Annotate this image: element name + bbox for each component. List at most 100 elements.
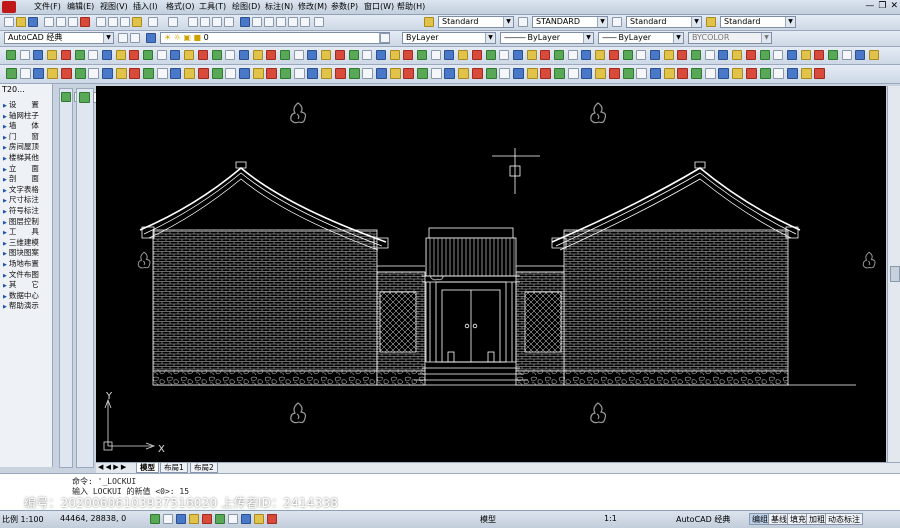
t20-item-door-window[interactable]: ▶ 门 窗	[3, 132, 49, 143]
tangent-tool-icon[interactable]	[307, 68, 319, 79]
tangent-tool-icon[interactable]	[499, 68, 511, 79]
tangent-tool-icon[interactable]	[101, 68, 113, 79]
tangent-tool-icon[interactable]	[293, 68, 305, 79]
tangent-tool-icon[interactable]	[869, 50, 880, 60]
tangent-tool-icon[interactable]	[691, 50, 701, 60]
dim-style-combo[interactable]: STANDARD ▼	[532, 16, 608, 28]
menu-modify[interactable]: 修改(M)	[298, 1, 331, 13]
model-space-button[interactable]: 模型	[480, 514, 496, 525]
tangent-tool-icon[interactable]	[745, 50, 756, 60]
close-icon[interactable]: ✕	[890, 1, 898, 11]
color-combo[interactable]: ByLayer ▼	[402, 32, 496, 44]
new-icon[interactable]	[4, 17, 14, 27]
tangent-tool-icon[interactable]	[485, 50, 496, 60]
tangent-tool-icon[interactable]	[540, 68, 552, 79]
tangent-tool-icon[interactable]	[636, 50, 647, 60]
tangent-tool-icon[interactable]	[115, 50, 126, 60]
properties-icon[interactable]	[240, 17, 250, 27]
tangent-tool-icon[interactable]	[334, 68, 346, 79]
sheet-set-icon[interactable]	[276, 17, 286, 27]
tangent-tool-icon[interactable]	[362, 68, 374, 79]
tangent-tool-icon[interactable]	[101, 50, 112, 60]
tangent-tool-icon[interactable]	[554, 50, 564, 60]
tangent-tool-icon[interactable]	[88, 68, 100, 79]
tangent-tool-icon[interactable]	[348, 68, 360, 79]
tangent-tool-icon[interactable]	[280, 68, 291, 79]
tangent-tool-icon[interactable]	[238, 50, 249, 60]
tangent-tool-icon[interactable]	[266, 68, 278, 79]
tangent-tool-icon[interactable]	[704, 68, 716, 79]
open-icon[interactable]	[16, 17, 26, 27]
status-tool-icon[interactable]	[241, 514, 251, 524]
tangent-tool-icon[interactable]	[759, 68, 771, 79]
cut-icon[interactable]	[96, 17, 106, 27]
copy-icon[interactable]	[108, 17, 118, 27]
tangent-tool-icon[interactable]	[266, 50, 277, 60]
tangent-tool-icon[interactable]	[238, 68, 250, 79]
tangent-tool-icon[interactable]	[841, 50, 852, 60]
tangent-tool-icon[interactable]	[307, 50, 318, 60]
tangent-tool-icon[interactable]	[732, 68, 744, 79]
status-tool-icon[interactable]	[254, 514, 264, 524]
autocad-logo-icon[interactable]	[2, 1, 16, 13]
workspace-save-icon[interactable]	[130, 33, 140, 43]
table-style-combo[interactable]: Standard ▼	[626, 16, 702, 28]
menu-parameter[interactable]: 参数(P)	[331, 1, 364, 13]
tangent-tool-icon[interactable]	[74, 68, 86, 79]
tangent-tool-icon[interactable]	[6, 50, 16, 60]
tab-model[interactable]: 模型	[136, 463, 159, 473]
tangent-tool-icon[interactable]	[375, 68, 387, 79]
tangent-tool-icon[interactable]	[430, 50, 441, 60]
zoom-previous-icon[interactable]	[224, 17, 234, 27]
tangent-tool-icon[interactable]	[321, 68, 333, 79]
status-tool-icon[interactable]	[202, 514, 212, 524]
tangent-tool-icon[interactable]	[677, 68, 689, 79]
tangent-tool-icon[interactable]	[417, 50, 427, 60]
t20-item-stairs[interactable]: ▶ 楼梯其他	[3, 153, 49, 164]
tangent-tool-icon[interactable]	[773, 68, 785, 79]
plot-preview-icon[interactable]	[56, 17, 66, 27]
status-tool-icon[interactable]	[215, 514, 225, 524]
make-current-layer-icon[interactable]	[380, 33, 390, 43]
menu-window[interactable]: 窗口(W)	[364, 1, 397, 13]
tangent-tool-icon[interactable]	[444, 68, 456, 79]
redo-icon[interactable]	[168, 17, 178, 27]
tangent-tool-icon[interactable]	[471, 68, 483, 79]
tangent-tool-icon[interactable]	[252, 50, 263, 60]
multileader-style-combo[interactable]: Standard ▼	[720, 16, 796, 28]
tangent-tool-icon[interactable]	[800, 50, 811, 60]
menu-dimension[interactable]: 标注(N)	[265, 1, 298, 13]
t20-item-axis-column[interactable]: ▶ 轴网柱子	[3, 111, 49, 122]
t20-item-wall[interactable]: ▶ 墙 体	[3, 121, 49, 132]
tangent-tool-icon[interactable]	[129, 68, 141, 79]
tangent-tool-icon[interactable]	[526, 50, 537, 60]
t20-item-dimension[interactable]: ▶ 尺寸标注	[3, 195, 49, 206]
minimize-icon[interactable]: —	[865, 1, 874, 11]
tangent-tool-icon[interactable]	[636, 68, 648, 79]
scale-readout[interactable]: 比例 1:100	[2, 514, 44, 525]
tangent-tool-icon[interactable]	[143, 50, 153, 60]
pan-icon[interactable]	[188, 17, 198, 27]
t20-item-blocks-patterns[interactable]: ▶ 图块图案	[3, 248, 49, 259]
tangent-tool-icon[interactable]	[759, 50, 770, 60]
menu-file[interactable]: 文件(F)	[34, 1, 67, 13]
tangent-tool-icon[interactable]	[540, 50, 551, 60]
tangent-tool-icon[interactable]	[197, 50, 208, 60]
menu-view[interactable]: 视图(V)	[100, 1, 133, 13]
tangent-tool-icon[interactable]	[786, 50, 797, 60]
tangent-tool-icon[interactable]	[718, 68, 730, 79]
t20-item-data-center[interactable]: ▶ 数据中心	[3, 291, 49, 302]
tangent-tool-icon[interactable]	[156, 50, 167, 60]
tab-layout2[interactable]: 布局2	[190, 463, 218, 473]
t20-item-tools[interactable]: ▶ 工 具	[3, 227, 49, 238]
t20-item-room-roof[interactable]: ▶ 房间屋顶	[3, 142, 49, 153]
menu-edit[interactable]: 编辑(E)	[67, 1, 100, 13]
tangent-tool-icon[interactable]	[197, 68, 209, 79]
menu-draw[interactable]: 绘图(D)	[232, 1, 265, 13]
t20-item-help-demo[interactable]: ▶ 帮助演示	[3, 301, 49, 312]
text-style-combo[interactable]: Standard ▼	[438, 16, 514, 28]
status-tool-icon[interactable]	[189, 514, 199, 524]
paste-icon[interactable]	[120, 17, 130, 27]
tangent-tool-icon[interactable]	[745, 68, 757, 79]
tab-nav-arrows-icon[interactable]: ◀ ◀ ▶ ▶	[98, 463, 126, 471]
